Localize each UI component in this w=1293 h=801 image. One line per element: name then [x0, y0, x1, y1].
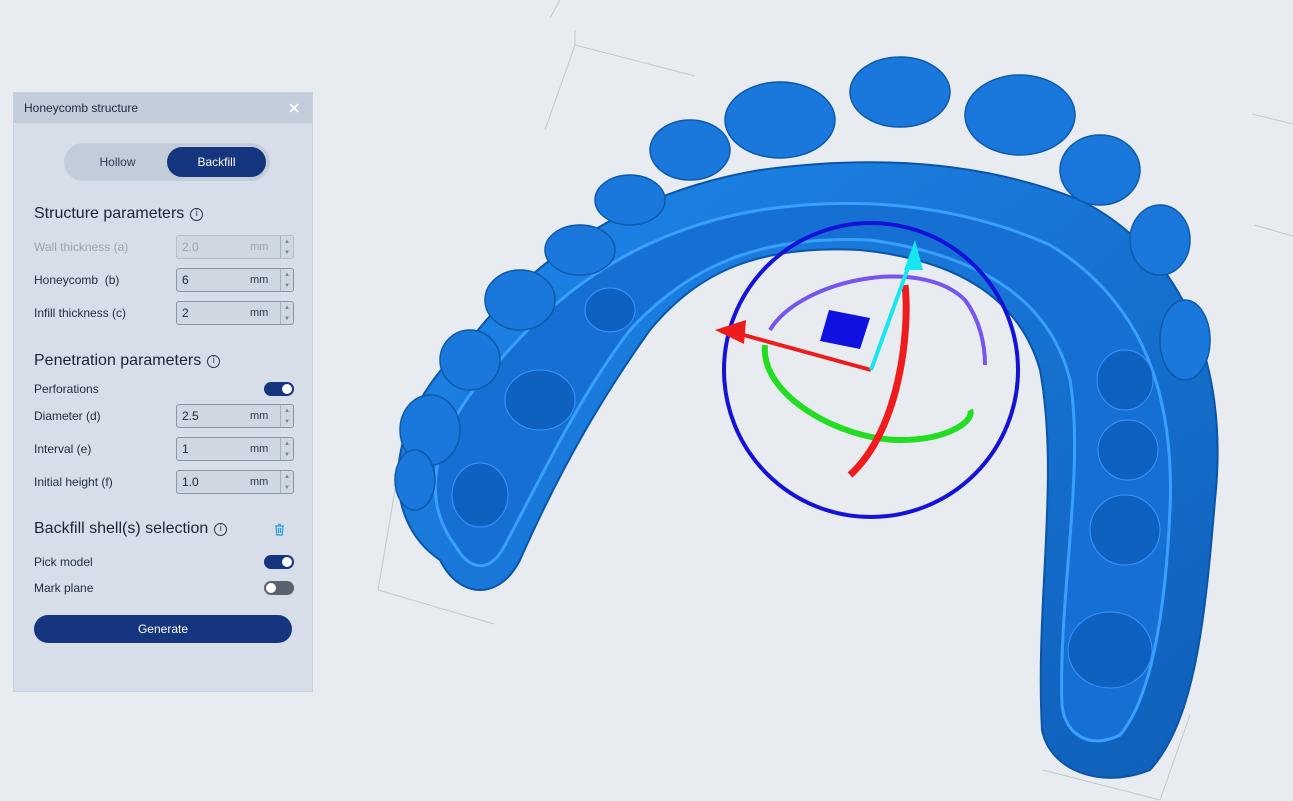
wall-thickness-stepper: ▲ ▼ [280, 236, 293, 258]
backfill-heading-text: Backfill shell(s) selection [34, 520, 209, 537]
gizmo-arc-green[interactable] [761, 344, 974, 444]
panel-titlebar: Honeycomb structure [14, 93, 312, 123]
mode-switch: Hollow Backfill [64, 143, 270, 181]
panel-title: Honeycomb structure [24, 101, 139, 115]
interval-row: Interval (e) 1 mm ▲ ▼ [34, 436, 294, 462]
perforations-label: Perforations [34, 382, 99, 396]
infill-row: Infill thickness (c) 2 mm ▲ ▼ [34, 300, 294, 326]
mark-plane-row: Mark plane [34, 575, 294, 601]
interval-unit: mm [250, 443, 269, 455]
dental-model[interactable] [394, 56, 1219, 779]
infill-label: Infill thickness (c) [34, 306, 127, 320]
honeycomb-field[interactable]: 6 mm ▲ ▼ [176, 268, 294, 292]
perforations-row: Perforations [34, 376, 294, 402]
backfill-option[interactable]: Backfill [167, 147, 266, 177]
penetration-heading: Penetration parameters i [34, 352, 221, 370]
diameter-value[interactable]: 2.5 [177, 409, 250, 423]
hollow-option[interactable]: Hollow [68, 147, 167, 177]
interval-label: Interval (e) [34, 442, 92, 456]
initial-height-stepper[interactable]: ▲ ▼ [280, 471, 293, 493]
perforations-toggle[interactable] [264, 382, 294, 396]
penetration-heading-text: Penetration parameters [34, 352, 202, 369]
gizmo-plane-handle[interactable] [820, 310, 870, 349]
mark-plane-toggle[interactable] [264, 581, 294, 595]
infill-unit: mm [250, 307, 269, 319]
backfill-heading: Backfill shell(s) selection i [34, 520, 228, 538]
structure-heading-text: Structure parameters [34, 205, 185, 222]
diameter-stepper[interactable]: ▲ ▼ [280, 405, 293, 427]
wall-thickness-label: Wall thickness (a) [34, 240, 129, 254]
wall-thickness-value: 2.0 [182, 240, 199, 254]
honeycomb-panel: Honeycomb structure Hollow Backfill Stru… [13, 92, 313, 692]
info-icon[interactable]: i [207, 354, 221, 368]
pick-model-label: Pick model [34, 555, 93, 569]
infill-stepper[interactable]: ▲ ▼ [280, 302, 293, 324]
wall-thickness-row: Wall thickness (a) 2.0 mm ▲ ▼ [34, 234, 294, 260]
infill-field[interactable]: 2 mm ▲ ▼ [176, 301, 294, 325]
diameter-row: Diameter (d) 2.5 mm ▲ ▼ [34, 403, 294, 429]
info-icon[interactable]: i [214, 522, 228, 536]
honeycomb-value[interactable]: 6 [177, 273, 250, 287]
diameter-label: Diameter (d) [34, 409, 101, 423]
initial-height-row: Initial height (f) 1.0 mm ▲ ▼ [34, 469, 294, 495]
initial-height-unit: mm [250, 476, 269, 488]
diameter-field[interactable]: 2.5 mm ▲ ▼ [176, 404, 294, 428]
initial-height-field[interactable]: 1.0 mm ▲ ▼ [176, 470, 294, 494]
close-icon[interactable] [286, 100, 302, 116]
honeycomb-stepper[interactable]: ▲ ▼ [280, 269, 293, 291]
honeycomb-row: Honeycomb (b) 6 mm ▲ ▼ [34, 267, 294, 293]
generate-button[interactable]: Generate [34, 615, 292, 643]
diameter-unit: mm [250, 410, 269, 422]
infill-value[interactable]: 2 [177, 306, 250, 320]
pick-model-toggle[interactable] [264, 555, 294, 569]
trash-icon[interactable] [274, 523, 285, 541]
structure-heading: Structure parameters i [34, 205, 204, 223]
honeycomb-label: Honeycomb (b) [34, 273, 120, 287]
pick-model-row: Pick model [34, 549, 294, 575]
gizmo-arc-red[interactable] [847, 284, 910, 478]
initial-height-value[interactable]: 1.0 [177, 475, 250, 489]
interval-value[interactable]: 1 [177, 442, 250, 456]
mark-plane-label: Mark plane [34, 581, 94, 595]
interval-field[interactable]: 1 mm ▲ ▼ [176, 437, 294, 461]
info-icon[interactable]: i [190, 207, 204, 221]
wall-thickness-unit: mm [250, 241, 269, 253]
wall-thickness-field: 2.0 mm ▲ ▼ [176, 235, 294, 259]
interval-stepper[interactable]: ▲ ▼ [280, 438, 293, 460]
honeycomb-unit: mm [250, 274, 269, 286]
initial-height-label: Initial height (f) [34, 475, 113, 489]
